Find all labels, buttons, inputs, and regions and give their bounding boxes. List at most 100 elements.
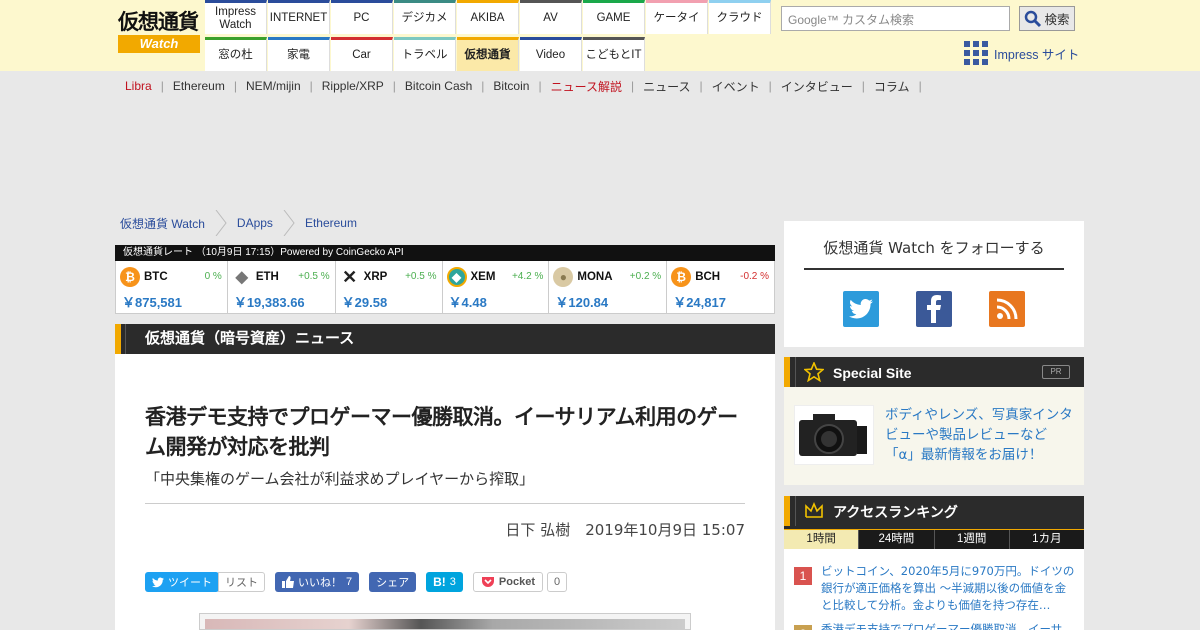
subnav-ethereum[interactable]: Ethereum bbox=[168, 79, 230, 93]
rank-number: 1 bbox=[794, 567, 812, 585]
breadcrumb-dapps[interactable]: DApps bbox=[237, 216, 273, 230]
ranking-list: 1 ビットコイン、2020年5月に970万円。ドイツの銀行が適正価格を算出 〜半… bbox=[784, 549, 1084, 630]
twitter-icon bbox=[849, 299, 873, 319]
rate-change: +0.5 % bbox=[405, 271, 437, 282]
grid-icon bbox=[964, 41, 988, 65]
article-photo bbox=[199, 613, 691, 630]
special-site-title: Special Site bbox=[833, 365, 912, 381]
rate-price: ￥24,817 bbox=[673, 295, 726, 310]
share-bar: ツイート リスト いいね！ 7 シェア B! 3 Pocket 0 bbox=[145, 572, 568, 592]
special-site-text: ボディやレンズ、写真家インタビューや製品レビューなど「α」最新情報をお届け！ bbox=[885, 407, 1073, 463]
rate-symbol: XRP bbox=[363, 271, 388, 283]
rate-price: ￥19,383.66 bbox=[233, 295, 305, 310]
nav-kaden[interactable]: 家電 bbox=[268, 37, 330, 71]
subnav-bitcoin-cash[interactable]: Bitcoin Cash bbox=[400, 79, 477, 93]
ethereum-icon: ◆ bbox=[231, 267, 252, 287]
rate-price: ￥29.58 bbox=[341, 295, 388, 310]
subnav-news[interactable]: ニュース bbox=[638, 78, 695, 95]
search-input[interactable]: Google™ カスタム検索 bbox=[781, 6, 1010, 31]
rate-change: 0 % bbox=[204, 271, 222, 282]
subnav-nem[interactable]: NEM/mijin bbox=[241, 79, 306, 93]
ranking-tabs: 1時間 24時間 1週間 1カ月 bbox=[784, 529, 1084, 549]
pocket-label: Pocket bbox=[498, 576, 535, 588]
search-button[interactable]: 検索 bbox=[1019, 6, 1075, 31]
subnav-news-kaisetsu[interactable]: ニュース解説 bbox=[546, 78, 627, 95]
nav-pc[interactable]: PC bbox=[331, 0, 393, 34]
nav-car[interactable]: Car bbox=[331, 37, 393, 71]
nav-travel[interactable]: トラベル bbox=[394, 37, 456, 71]
nav-impress-watch[interactable]: Impress Watch bbox=[205, 0, 267, 34]
rate-price: ￥4.48 bbox=[448, 295, 487, 310]
tab-1hour[interactable]: 1時間 bbox=[784, 530, 860, 549]
twitter-follow-button[interactable] bbox=[843, 291, 879, 327]
ranking-header: アクセスランキング bbox=[784, 496, 1084, 529]
rate-bch[interactable]: ₿ BCH -0.2 % ￥24,817 bbox=[667, 261, 774, 313]
special-site-header: Special Site PR bbox=[784, 357, 1084, 387]
nav-madonomori[interactable]: 窓の杜 bbox=[205, 37, 267, 71]
monacoin-icon: ● bbox=[553, 267, 574, 287]
impress-site-label: Impress サイト bbox=[994, 47, 1080, 62]
facebook-icon bbox=[927, 295, 941, 323]
breadcrumb-ethereum[interactable]: Ethereum bbox=[305, 216, 357, 230]
special-site-item[interactable]: ボディやレンズ、写真家インタビューや製品レビューなど「α」最新情報をお届け！ bbox=[784, 387, 1084, 485]
nav-akiba[interactable]: AKIBA bbox=[457, 0, 519, 34]
like-count: 7 bbox=[346, 576, 353, 588]
hatena-icon: B! bbox=[433, 575, 446, 589]
nav-kasoutsuka[interactable]: 仮想通貨 bbox=[457, 37, 519, 71]
subnav-interview[interactable]: インタビュー bbox=[776, 78, 858, 95]
rank-number: 2 bbox=[794, 625, 812, 630]
nav-keitai[interactable]: ケータイ bbox=[646, 0, 708, 34]
tab-24hour[interactable]: 24時間 bbox=[859, 530, 935, 549]
follow-title: 仮想通貨 Watch をフォローする bbox=[804, 237, 1064, 270]
hatena-bookmark-button[interactable]: B! 3 bbox=[426, 572, 463, 592]
subnav-column[interactable]: コラム bbox=[869, 78, 915, 95]
nav-cloud[interactable]: クラウド bbox=[709, 0, 771, 34]
impress-site-link[interactable]: Impress サイト bbox=[964, 41, 1079, 65]
nav-kodomo-it[interactable]: こどもとIT bbox=[583, 37, 645, 71]
rate-symbol: BTC bbox=[144, 271, 168, 283]
rate-change: +4.2 % bbox=[511, 271, 544, 282]
nem-icon: ◆ bbox=[446, 267, 467, 287]
site-nav: Impress Watch INTERNET PC デジカメ AKIBA AV … bbox=[205, 0, 771, 71]
site-header: 仮想通貨 Watch Impress Watch INTERNET PC デジカ… bbox=[0, 0, 1200, 71]
tweet-label: ツイート bbox=[168, 577, 212, 589]
facebook-follow-button[interactable] bbox=[916, 291, 952, 327]
star-icon bbox=[804, 362, 824, 382]
article-subhead: 「中央集権のゲーム会社が利益求めプレイヤーから搾取」 bbox=[145, 470, 535, 488]
rate-mona[interactable]: ● MONA +0.2 % ￥120.84 bbox=[549, 261, 668, 313]
nav-digicame[interactable]: デジカメ bbox=[394, 0, 456, 34]
nav-av[interactable]: AV bbox=[520, 0, 582, 34]
subnav-bitcoin[interactable]: Bitcoin bbox=[488, 79, 534, 93]
rss-follow-button[interactable] bbox=[989, 291, 1025, 327]
subnav-libra[interactable]: Libra bbox=[120, 79, 157, 93]
subnav-event[interactable]: イベント bbox=[707, 78, 765, 95]
rate-ticker: ₿ BTC 0 % ￥875,581 ◆ ETH +0.5 % ￥19,383.… bbox=[115, 261, 775, 314]
facebook-share-button[interactable]: シェア bbox=[369, 572, 417, 592]
rate-btc[interactable]: ₿ BTC 0 % ￥875,581 bbox=[116, 261, 228, 313]
logo-subtitle: Watch bbox=[118, 35, 200, 53]
rate-change: +0.2 % bbox=[629, 271, 662, 282]
tab-1month[interactable]: 1カ月 bbox=[1010, 530, 1084, 549]
rate-eth[interactable]: ◆ ETH +0.5 % ￥19,383.66 bbox=[228, 261, 336, 313]
twitter-icon bbox=[152, 576, 164, 587]
thumbs-up-icon bbox=[282, 576, 294, 588]
rate-symbol: MONA bbox=[577, 271, 613, 283]
rank-text: 香港デモ支持でプロゲーマー優勝取消。イーサ bbox=[821, 622, 1063, 630]
breadcrumb-home[interactable]: 仮想通貨 Watch bbox=[120, 215, 205, 232]
rate-xem[interactable]: ◆ XEM +4.2 % ￥4.48 bbox=[443, 261, 550, 313]
tweet-button[interactable]: ツイート bbox=[145, 572, 219, 592]
ranking-title: アクセスランキング bbox=[833, 505, 958, 521]
tab-1week[interactable]: 1週間 bbox=[935, 530, 1010, 549]
nav-internet[interactable]: INTERNET bbox=[268, 0, 330, 34]
rate-xrp[interactable]: ✕ XRP +0.5 % ￥29.58 bbox=[336, 261, 443, 313]
hatena-count: 3 bbox=[449, 576, 456, 588]
article-byline: 日下 弘樹 2019年10月9日 15:07 bbox=[505, 521, 745, 539]
facebook-like-button[interactable]: いいね！ 7 bbox=[275, 572, 360, 592]
pocket-button[interactable]: Pocket bbox=[472, 572, 543, 592]
nav-video[interactable]: Video bbox=[520, 37, 582, 71]
subnav-ripple[interactable]: Ripple/XRP bbox=[317, 79, 389, 93]
twitter-list-link[interactable]: リスト bbox=[218, 572, 265, 592]
site-logo[interactable]: 仮想通貨 Watch bbox=[118, 10, 200, 56]
article-headline: 香港デモ支持でプロゲーマー優勝取消。イーサリアム利用のゲーム開発が対応を批判 bbox=[145, 405, 738, 459]
nav-game[interactable]: GAME bbox=[583, 0, 645, 34]
